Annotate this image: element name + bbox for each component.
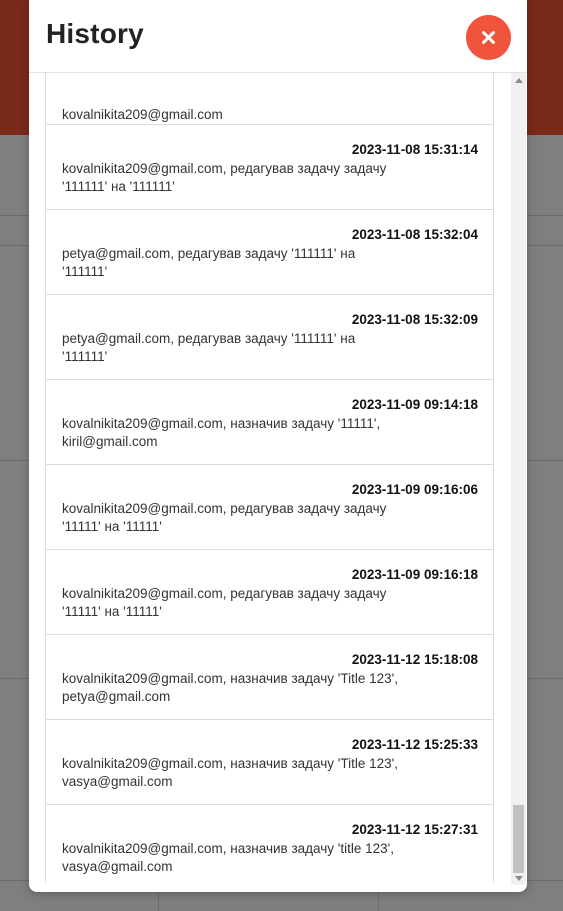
entry-timestamp: 2023-11-09 09:16:06 [351,482,478,497]
entry-timestamp: 2023-11-12 15:25:33 [351,737,478,752]
history-scroll-area[interactable]: kovalnikita209@gmail.com 2023-11-08 15:31… [29,73,527,882]
entry-timestamp: 2023-11-12 15:18:08 [351,652,478,667]
history-entry: 2023-11-08 15:31:14 kovalnikita209@gmail.… [45,124,494,209]
history-entry: 2023-11-09 09:16:18 kovalnikita209@gmail.… [45,549,494,634]
entry-description: kovalnikita209@gmail.com [62,107,223,122]
entry-description: kovalnikita209@gmail.com, назначив задач… [62,416,381,449]
scroll-down-arrow-icon[interactable] [515,876,523,881]
entry-description: kovalnikita209@gmail.com, назначив задач… [62,671,398,704]
modal-header: History [29,0,527,73]
entry-description: kovalnikita209@gmail.com, редагував зада… [62,161,387,194]
entry-timestamp: 2023-11-12 15:27:31 [351,822,478,837]
history-entry: kovalnikita209@gmail.com [45,73,494,124]
entry-description: petya@gmail.com, редагував задачу '11111… [62,246,356,279]
entry-description: petya@gmail.com, редагував задачу '11111… [62,331,356,364]
scrollbar-thumb[interactable] [513,805,524,873]
history-entry: 2023-11-09 09:14:18 kovalnikita209@gmail.… [45,379,494,464]
history-entry: 2023-11-09 09:16:06 kovalnikita209@gmail.… [45,464,494,549]
history-entry: 2023-11-08 15:32:09 petya@gmail.com, реда… [45,294,494,379]
history-list: kovalnikita209@gmail.com 2023-11-08 15:31… [45,73,494,882]
scrollbar[interactable] [511,73,526,885]
entry-timestamp: 2023-11-09 09:14:18 [351,397,478,412]
history-entry: 2023-11-12 15:18:08 kovalnikita209@gmail.… [45,634,494,719]
close-icon[interactable] [466,15,511,60]
entry-timestamp: 2023-11-08 15:31:14 [351,142,478,157]
modal-title: History [46,18,144,49]
history-entry: 2023-11-12 15:27:31 kovalnikita209@gmail.… [45,804,494,882]
entry-timestamp: 2023-11-08 15:32:04 [351,227,478,242]
scroll-up-arrow-icon[interactable] [515,78,523,83]
history-modal: History kovalnikita209@gmail.com 2023-11-… [29,0,527,892]
entry-description: kovalnikita209@gmail.com, назначив задач… [62,756,398,789]
entry-timestamp: 2023-11-08 15:32:09 [351,312,478,327]
entry-timestamp: 2023-11-09 09:16:18 [351,567,478,582]
entry-description: kovalnikita209@gmail.com, редагував зада… [62,586,387,619]
entry-description: kovalnikita209@gmail.com, редагував зада… [62,501,387,534]
entry-description: kovalnikita209@gmail.com, назначив задач… [62,841,394,874]
history-entry: 2023-11-12 15:25:33 kovalnikita209@gmail.… [45,719,494,804]
history-entry: 2023-11-08 15:32:04 petya@gmail.com, реда… [45,209,494,294]
